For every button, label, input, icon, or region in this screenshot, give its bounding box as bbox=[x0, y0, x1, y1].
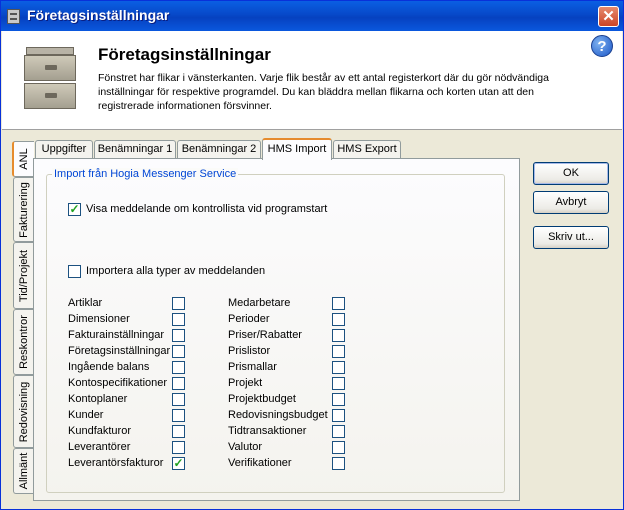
tab-benamningar-1[interactable]: Benämningar 1 bbox=[94, 140, 176, 159]
vtab-redovisning[interactable]: Redovisning bbox=[13, 375, 33, 448]
vtab-label: Tid/Projekt bbox=[17, 249, 30, 302]
import-all-checkbox[interactable] bbox=[68, 265, 81, 278]
vtab-reskontror[interactable]: Reskontror bbox=[13, 309, 33, 375]
group-title: Import från Hogia Messenger Service bbox=[52, 168, 239, 180]
vtab-allmant[interactable]: Allmänt bbox=[13, 448, 33, 494]
item-label-valutor: Valutor bbox=[228, 441, 263, 453]
item-checkbox-kontospecifikationer[interactable] bbox=[172, 377, 185, 390]
title-bar[interactable]: Företagsinställningar ✕ bbox=[1, 1, 623, 31]
vtab-tid-projekt[interactable]: Tid/Projekt bbox=[13, 242, 33, 309]
page-title: Företagsinställningar bbox=[98, 45, 271, 64]
item-label-leverantorsfakturor: Leverantörsfakturor bbox=[68, 457, 164, 469]
item-checkbox-verifikationer[interactable] bbox=[332, 457, 345, 470]
item-checkbox-perioder[interactable] bbox=[332, 313, 345, 326]
item-checkbox-projekt[interactable] bbox=[332, 377, 345, 390]
help-icon[interactable]: ? bbox=[591, 35, 613, 57]
item-checkbox-kontoplaner[interactable] bbox=[172, 393, 185, 406]
vtab-anl[interactable]: ANL bbox=[12, 141, 34, 177]
item-checkbox-ingaende-balans[interactable] bbox=[172, 361, 185, 374]
item-label-redovisningsbudget: Redovisningsbudget bbox=[228, 409, 328, 421]
item-checkbox-leverantorsfakturor[interactable]: ✓ bbox=[172, 457, 185, 470]
tab-hms-export[interactable]: HMS Export bbox=[333, 140, 401, 159]
vtab-fakturering[interactable]: Fakturering bbox=[13, 177, 33, 242]
item-label-prismallar: Prismallar bbox=[228, 361, 277, 373]
settings-window: Företagsinställningar ✕ Företagsinställn… bbox=[0, 0, 624, 510]
item-label-verifikationer: Verifikationer bbox=[228, 457, 292, 469]
item-label-projekt: Projekt bbox=[228, 377, 263, 389]
item-checkbox-artiklar[interactable] bbox=[172, 297, 185, 310]
item-label-foretagsinstallningar: Företagsinställningar bbox=[68, 345, 171, 357]
item-label-medarbetare: Medarbetare bbox=[228, 297, 291, 309]
item-label-kundfakturor: Kundfakturor bbox=[68, 425, 131, 437]
vtab-label: Fakturering bbox=[17, 181, 30, 238]
item-checkbox-prismallar[interactable] bbox=[332, 361, 345, 374]
item-label-ingaende-balans: Ingående balans bbox=[68, 361, 150, 373]
item-label-artiklar: Artiklar bbox=[68, 297, 103, 309]
item-checkbox-kunder[interactable] bbox=[172, 409, 185, 422]
item-checkbox-redovisningsbudget[interactable] bbox=[332, 409, 345, 422]
item-checkbox-projektbudget[interactable] bbox=[332, 393, 345, 406]
item-checkbox-kundfakturor[interactable] bbox=[172, 425, 185, 438]
show-checklist-label: Visa meddelande om kontrollista vid prog… bbox=[86, 203, 328, 215]
item-label-prislistor: Prislistor bbox=[228, 345, 271, 357]
tab-benamningar-2[interactable]: Benämningar 2 bbox=[177, 140, 261, 159]
print-button[interactable]: Skriv ut... bbox=[533, 226, 609, 249]
item-label-tidtransaktioner: Tidtransaktioner bbox=[228, 425, 307, 437]
vtab-label: Reskontror bbox=[17, 315, 30, 369]
show-checklist-checkbox[interactable]: ✓ bbox=[68, 203, 81, 216]
close-button[interactable]: ✕ bbox=[598, 6, 619, 27]
item-label-fakturainstallningar: Fakturainställningar bbox=[68, 329, 164, 341]
item-checkbox-priser-rabatter[interactable] bbox=[332, 329, 345, 342]
item-checkbox-leverantorer[interactable] bbox=[172, 441, 185, 454]
page-description: Fönstret har flikar i vänsterkanten. Var… bbox=[98, 72, 549, 112]
tab-uppgifter[interactable]: Uppgifter bbox=[35, 140, 93, 159]
ok-button[interactable]: OK bbox=[533, 162, 609, 185]
tab-hms-import[interactable]: HMS Import bbox=[262, 138, 332, 160]
vtab-label: Allmänt bbox=[17, 452, 30, 490]
item-checkbox-foretagsinstallningar[interactable] bbox=[172, 345, 185, 358]
item-checkbox-fakturainstallningar[interactable] bbox=[172, 329, 185, 342]
item-label-leverantorer: Leverantörer bbox=[68, 441, 131, 453]
item-label-dimensioner: Dimensioner bbox=[68, 313, 130, 325]
item-label-priser-rabatter: Priser/Rabatter bbox=[228, 329, 302, 341]
item-label-kontospecifikationer: Kontospecifikationer bbox=[68, 377, 168, 389]
vtab-label: ANL bbox=[18, 148, 30, 170]
item-checkbox-valutor[interactable] bbox=[332, 441, 345, 454]
item-checkbox-dimensioner[interactable] bbox=[172, 313, 185, 326]
cabinet-app-icon bbox=[7, 9, 20, 24]
item-checkbox-tidtransaktioner[interactable] bbox=[332, 425, 345, 438]
item-label-perioder: Perioder bbox=[228, 313, 270, 325]
window-title: Företagsinställningar bbox=[27, 7, 170, 23]
item-checkbox-prislistor[interactable] bbox=[332, 345, 345, 358]
item-label-projektbudget: Projektbudget bbox=[228, 393, 296, 405]
file-cabinet-icon bbox=[24, 47, 76, 111]
import-all-label: Importera alla typer av meddelanden bbox=[86, 265, 266, 277]
item-checkbox-medarbetare[interactable] bbox=[332, 297, 345, 310]
item-label-kunder: Kunder bbox=[68, 409, 104, 421]
header-panel: Företagsinställningar Fönstret har flika… bbox=[2, 31, 622, 130]
cancel-button[interactable]: Avbryt bbox=[533, 191, 609, 214]
vtab-label: Redovisning bbox=[17, 381, 30, 442]
item-label-kontoplaner: Kontoplaner bbox=[68, 393, 128, 405]
